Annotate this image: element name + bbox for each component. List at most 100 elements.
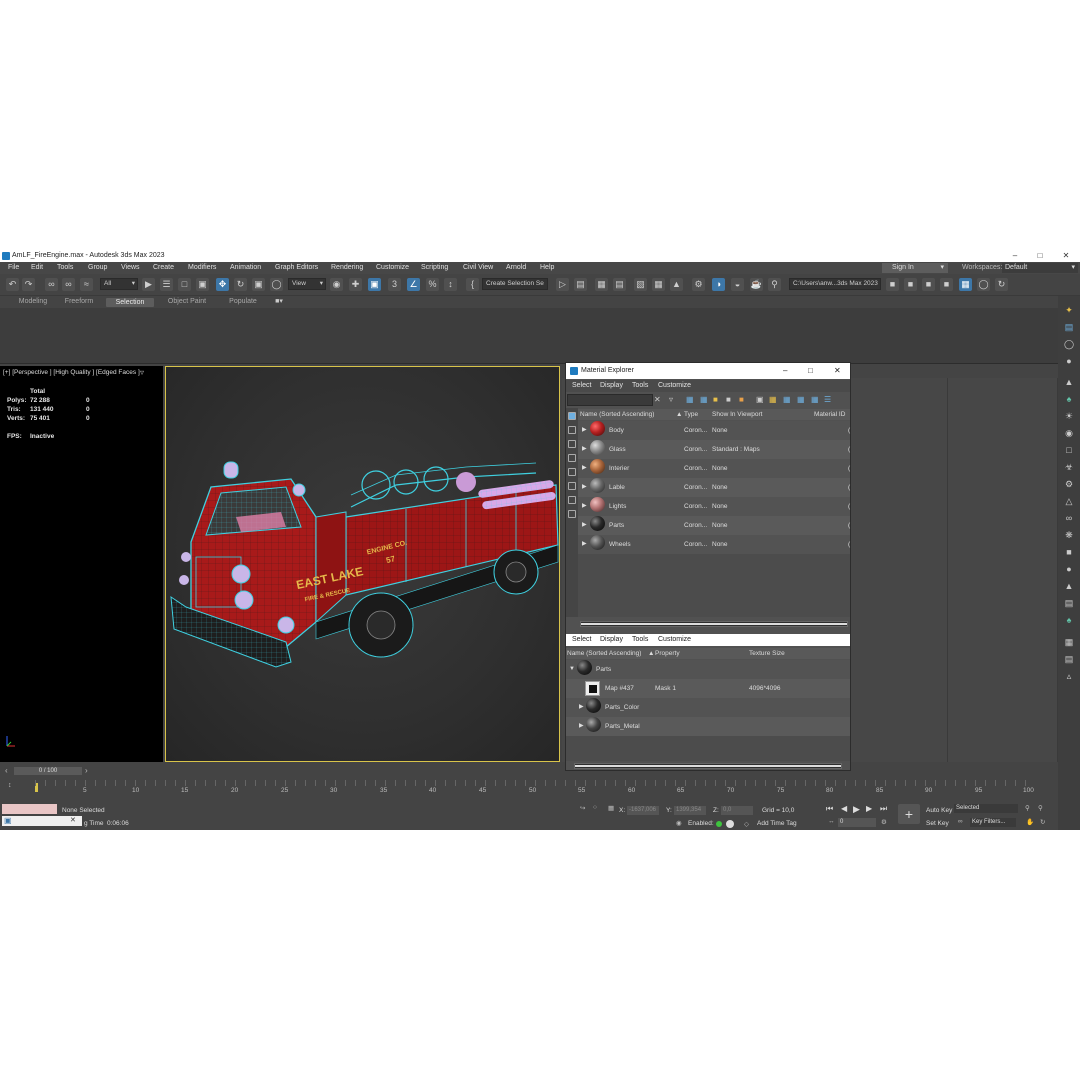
- ribbon-options-icon[interactable]: ■▾: [270, 296, 288, 308]
- tree-icon[interactable]: ♠: [1063, 614, 1075, 626]
- tab-populate[interactable]: Populate: [222, 296, 264, 308]
- time-slider[interactable]: 0 / 100: [14, 767, 82, 775]
- render-in-cloud-icon[interactable]: ⚲: [768, 278, 781, 291]
- material-row[interactable]: ▶ Lights Coron... None (: [578, 497, 850, 516]
- menu-scripting[interactable]: Scripting: [421, 262, 448, 274]
- sign-in-button[interactable]: Sign In ▾: [882, 263, 948, 273]
- schematic-view-icon[interactable]: ▦: [652, 278, 665, 291]
- spinner-snap-icon[interactable]: ↕: [444, 278, 457, 291]
- collapse-icon[interactable]: ▼: [569, 660, 575, 679]
- toggle-scene-explorer-icon[interactable]: ◯: [977, 278, 990, 291]
- snaps-toggle-icon[interactable]: 3: [388, 278, 401, 291]
- mini-curve-editor-icon[interactable]: ↕: [8, 782, 12, 789]
- display-objects-icon[interactable]: ■: [726, 395, 731, 404]
- time-tag-icon[interactable]: [726, 820, 734, 828]
- col-name[interactable]: Name (Sorted Ascending): [580, 409, 654, 420]
- timeline-prev-icon[interactable]: ‹: [5, 766, 8, 775]
- select-dependents-icon[interactable]: [568, 482, 576, 490]
- set-project-icon[interactable]: ■: [940, 278, 953, 291]
- clear-search-icon[interactable]: ✕: [654, 395, 661, 404]
- modify-panel-icon[interactable]: ▤: [1063, 321, 1075, 333]
- display-maps-icon[interactable]: ▦: [700, 395, 708, 404]
- set-key-icon[interactable]: +: [898, 804, 920, 824]
- named-selection-dropdown[interactable]: Create Selection Se: [482, 278, 548, 290]
- time-configuration-icon[interactable]: ⚙: [881, 818, 887, 826]
- auto-key-button[interactable]: Auto Key: [926, 807, 952, 814]
- placement-icon[interactable]: ◯: [270, 278, 283, 291]
- select-none-icon[interactable]: [568, 426, 576, 434]
- lock-selection-icon[interactable]: ○: [593, 804, 597, 811]
- select-children-icon[interactable]: [568, 454, 576, 462]
- layers-icon[interactable]: ☰: [824, 395, 831, 404]
- percent-snap-icon[interactable]: %: [426, 278, 439, 291]
- key-filter-icon[interactable]: ∞: [958, 818, 963, 825]
- set-key-button[interactable]: Set Key: [926, 820, 949, 827]
- goto-end-icon[interactable]: ⏭: [880, 804, 887, 814]
- cameras-icon[interactable]: ◉: [1063, 427, 1075, 439]
- hierarchy-icon[interactable]: ▦: [769, 395, 777, 404]
- utilities-icon[interactable]: ■: [1063, 546, 1075, 558]
- project-folder-dropdown[interactable]: C:\Users\anw...3ds Max 2023: [789, 278, 881, 290]
- material-row[interactable]: ▶ Interier Coron... None (: [578, 459, 850, 478]
- menu-arnold[interactable]: Arnold: [506, 262, 526, 274]
- lower-row[interactable]: ▼ Parts: [566, 660, 850, 679]
- close-icon[interactable]: ✕: [1056, 250, 1076, 262]
- horizontal-scrollbar[interactable]: [580, 621, 848, 627]
- lower-row[interactable]: ▶ Parts_Color: [566, 698, 850, 717]
- material-search-input[interactable]: [567, 394, 653, 406]
- sync-selection-icon[interactable]: [568, 510, 576, 518]
- current-frame-field[interactable]: 0: [838, 818, 876, 827]
- material-row[interactable]: ▶ Glass Coron... Standard : Maps (: [578, 440, 850, 459]
- material-row[interactable]: ▶ Wheels Coron... None (: [578, 535, 850, 554]
- adaptive-degradation-icon[interactable]: ◉: [676, 819, 682, 827]
- display-materials-icon[interactable]: ■: [713, 395, 718, 404]
- curve-editor-icon[interactable]: ▧: [634, 278, 647, 291]
- col-show-in-viewport[interactable]: Show In Viewport: [712, 409, 762, 420]
- rotate-icon[interactable]: ↻: [234, 278, 247, 291]
- space-warps-icon[interactable]: ☣: [1063, 461, 1075, 473]
- menu-rendering[interactable]: Rendering: [331, 262, 363, 274]
- hat-icon[interactable]: ▵: [1063, 670, 1075, 682]
- menu-modifiers[interactable]: Modifiers: [188, 262, 216, 274]
- enabled-indicator[interactable]: [716, 821, 722, 827]
- tab-object-paint[interactable]: Object Paint: [160, 296, 214, 308]
- angle-snap-icon[interactable]: ∠: [407, 278, 420, 291]
- expand-icon[interactable]: ▶: [582, 421, 587, 440]
- sync-icon[interactable]: ↻: [995, 278, 1008, 291]
- zoom-icon[interactable]: ⚲: [1025, 804, 1030, 812]
- walk-icon[interactable]: ▲: [1063, 580, 1075, 592]
- material-row[interactable]: ▶ Lable Coron... None (: [578, 478, 850, 497]
- menu-views[interactable]: Views: [121, 262, 140, 274]
- lower-menu-select[interactable]: Select: [572, 634, 591, 646]
- next-frame-icon[interactable]: ▶: [866, 804, 872, 813]
- menu-customize[interactable]: Customize: [376, 262, 409, 274]
- toggle-layout-icon[interactable]: ▦: [959, 278, 972, 291]
- expand-icon[interactable]: ▶: [582, 478, 587, 497]
- helpers-icon[interactable]: □: [1063, 444, 1075, 456]
- menu-animation[interactable]: Animation: [230, 262, 261, 274]
- timeline-next-icon[interactable]: ›: [85, 766, 88, 775]
- pivot-center-icon[interactable]: ◉: [330, 278, 343, 291]
- filter-icon[interactable]: ▿: [669, 395, 673, 404]
- maxscript-mini-window[interactable]: ▣ ✕: [2, 816, 82, 826]
- expand-icon[interactable]: ▶: [579, 717, 584, 736]
- menu-create[interactable]: Create: [153, 262, 174, 274]
- particles-icon[interactable]: ❋: [1063, 529, 1075, 541]
- key-mode-dropdown[interactable]: Selected: [954, 804, 1018, 813]
- align-icon[interactable]: ▤: [574, 278, 587, 291]
- maximize-icon[interactable]: □: [808, 363, 813, 379]
- display-children-icon[interactable]: ▦: [686, 395, 694, 404]
- maxscript-listener[interactable]: [2, 804, 57, 814]
- menu-civil-view[interactable]: Civil View: [463, 262, 493, 274]
- toggle-ribbon-icon[interactable]: ▤: [613, 278, 626, 291]
- lights-icon[interactable]: ☀: [1063, 410, 1075, 422]
- render-setup-icon[interactable]: ⚙: [692, 278, 705, 291]
- render-iterative-icon[interactable]: ☕: [750, 278, 763, 291]
- keyboard-shortcut-override-icon[interactable]: ▣: [368, 278, 381, 291]
- chain-icon[interactable]: ∞: [1063, 512, 1075, 524]
- select-influences-icon[interactable]: [568, 496, 576, 504]
- absolute-mode-icon[interactable]: ▦: [608, 804, 614, 812]
- layout-icon[interactable]: ▤: [1063, 653, 1075, 665]
- select-manipulate-icon[interactable]: ✚: [349, 278, 362, 291]
- col-type[interactable]: Type: [684, 409, 698, 420]
